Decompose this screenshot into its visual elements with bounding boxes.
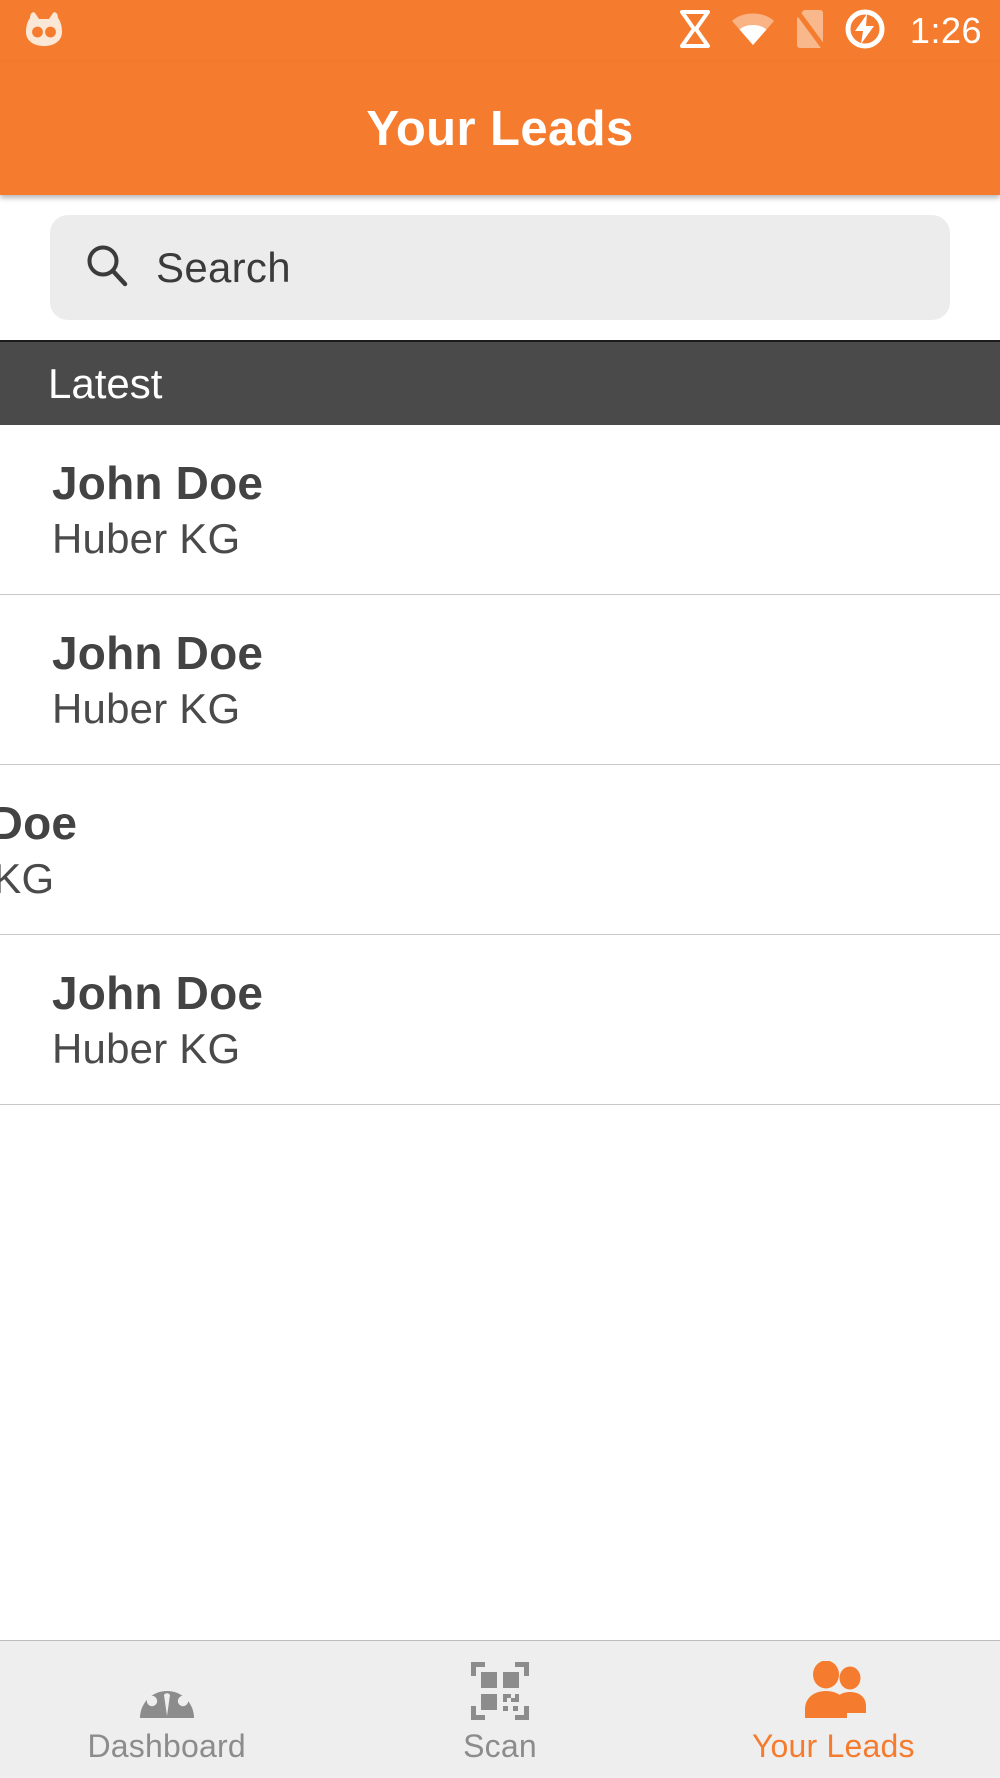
lead-name: John Doe [52, 626, 264, 679]
no-sim-card-icon [793, 8, 826, 55]
status-bar-left [22, 9, 66, 54]
section-header-latest: Latest [0, 340, 1000, 425]
section-header-label: Latest [48, 359, 163, 407]
leads-list: John Doe Huber KG John Doe Huber KG oe G… [0, 425, 1000, 1640]
nav-item-dashboard[interactable]: Dashboard [0, 1641, 333, 1778]
status-bar-right: 1:26 [678, 8, 982, 55]
lead-row-content[interactable]: John Doe Huber KG [0, 595, 1000, 764]
status-bar-clock: 1:26 [909, 10, 982, 51]
lead-row-content[interactable]: John Doe Huber KG [0, 765, 1000, 934]
lead-row-content[interactable]: John Doe Huber KG [0, 935, 1000, 1104]
battery-charging-icon [844, 8, 886, 55]
app-screen: 1:26 Your Leads Search Latest John Doe H… [0, 0, 1000, 1778]
nav-label-dashboard: Dashboard [87, 1728, 246, 1764]
search-icon [82, 240, 132, 295]
nav-label-scan: Scan [463, 1728, 537, 1764]
dashboard-gauge-icon [136, 1660, 198, 1722]
lead-name: John Doe [52, 966, 264, 1019]
search-placeholder-text: Search [156, 243, 291, 291]
table-row[interactable]: John Doe Huber KG [0, 425, 1000, 595]
vpn-icon [678, 9, 712, 54]
search-input[interactable]: Search [50, 215, 950, 320]
lead-company: Huber KG [52, 1024, 241, 1072]
table-row[interactable]: John Doe Huber KG [0, 595, 1000, 765]
status-bar: 1:26 [0, 0, 1000, 62]
lead-name: John Doe [0, 796, 78, 849]
nav-item-scan[interactable]: Scan [333, 1641, 666, 1778]
page-title: Your Leads [366, 101, 634, 156]
qr-code-scan-icon [469, 1660, 531, 1722]
lead-company: Huber KG [52, 684, 241, 732]
nav-item-your-leads[interactable]: Your Leads [667, 1641, 1000, 1778]
table-row-swiped[interactable]: John Doe Huber KG [0, 765, 1000, 935]
table-row[interactable]: John Doe Huber KG [0, 935, 1000, 1105]
lead-company: Huber KG [52, 514, 241, 562]
lead-company: Huber KG [0, 854, 55, 902]
wifi-icon [730, 11, 776, 52]
bottom-navigation: Dashboard Scan Your Leads [0, 1640, 1000, 1778]
lead-name: John Doe [52, 456, 264, 509]
nav-label-your-leads: Your Leads [751, 1728, 915, 1764]
people-group-icon [795, 1660, 871, 1722]
lead-row-content[interactable]: John Doe Huber KG [0, 425, 1000, 594]
search-bar-container: Search [0, 195, 1000, 340]
app-bar: Your Leads [0, 62, 1000, 195]
cyanogenmod-logo-icon [22, 9, 66, 54]
